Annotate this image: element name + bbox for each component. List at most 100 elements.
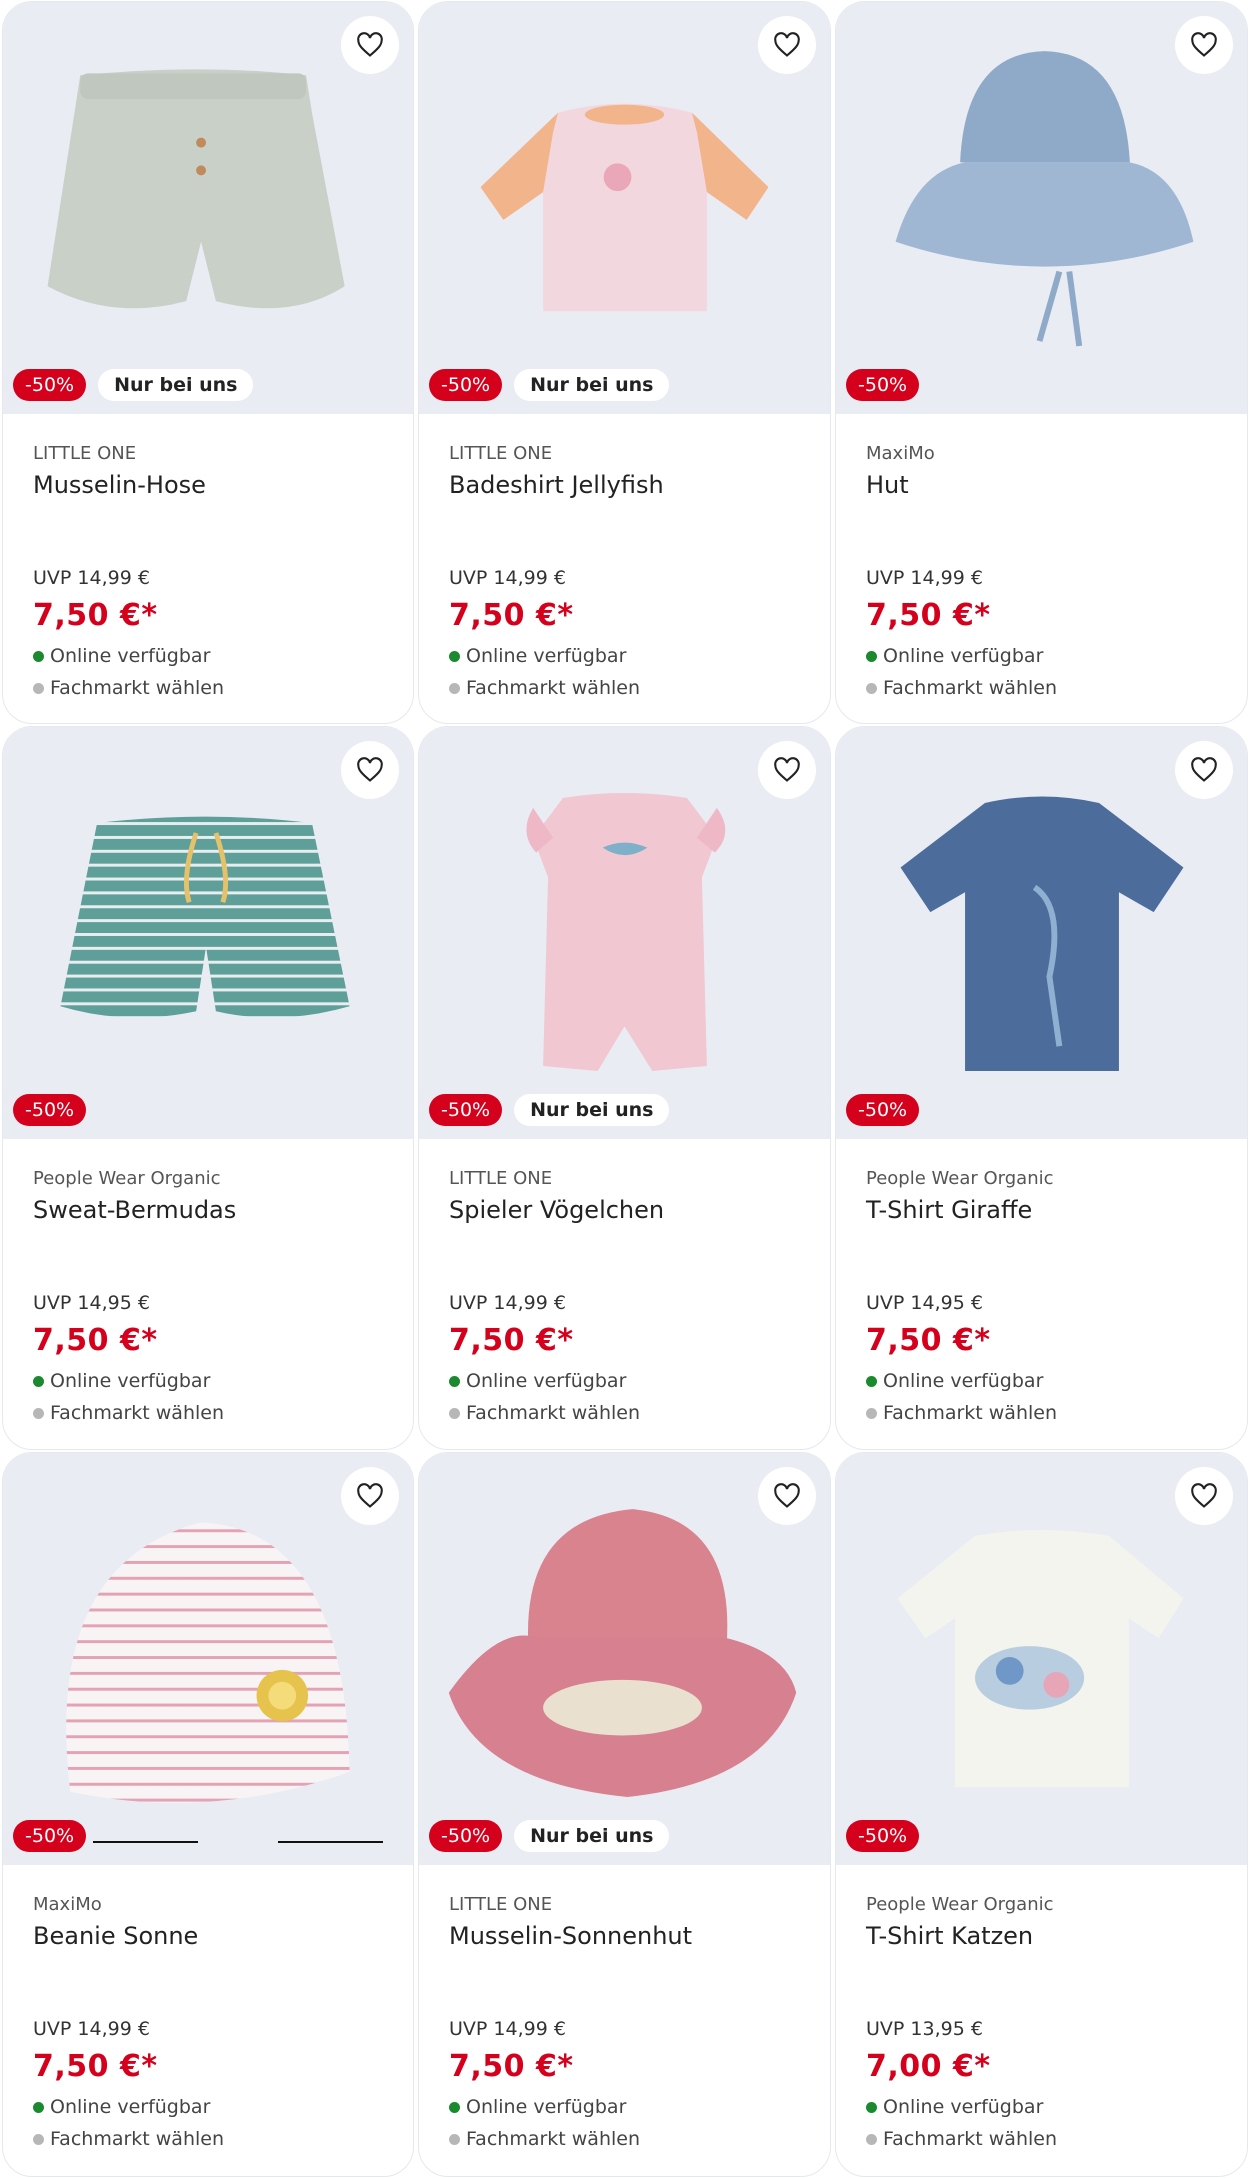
product-title[interactable]: Musselin-Hose [33, 471, 206, 499]
online-availability: Online verfügbar [866, 2096, 1043, 2118]
product-card[interactable]: -50% Nur bei uns LITTLE ONE Musselin-Son… [418, 1452, 831, 2177]
product-card[interactable]: -50% MaxiMo Hut UVP 14,99 € 7,50 €* Onli… [835, 1, 1248, 724]
available-dot-icon [33, 2101, 44, 2113]
heart-outline-icon [774, 32, 800, 57]
available-dot-icon [449, 2101, 460, 2113]
product-card[interactable]: -50% MaxiMo Beanie Sonne UVP 14,99 € 7,5… [2, 1452, 414, 2177]
product-title[interactable]: Badeshirt Jellyfish [449, 471, 664, 499]
product-price: 7,00 €* [866, 2049, 991, 2084]
wishlist-button[interactable] [1175, 741, 1233, 799]
store-dot-icon [33, 2133, 44, 2145]
product-uvp: UVP 14,99 € [449, 2018, 566, 2040]
online-availability: Online verfügbar [866, 1370, 1043, 1392]
choose-store-link[interactable]: Fachmarkt wählen [449, 2128, 640, 2150]
exclusive-badge: Nur bei uns [98, 369, 254, 401]
wishlist-button[interactable] [341, 1467, 399, 1525]
exclusive-badge: Nur bei uns [514, 1820, 670, 1852]
product-title[interactable]: T-Shirt Giraffe [866, 1196, 1032, 1224]
product-uvp: UVP 14,99 € [449, 1292, 566, 1314]
discount-badge: -50% [846, 369, 920, 401]
choose-store-link[interactable]: Fachmarkt wählen [866, 1402, 1057, 1424]
store-dot-icon [33, 1407, 44, 1419]
discount-badge: -50% [846, 1094, 920, 1126]
product-brand: LITTLE ONE [449, 1894, 553, 1915]
wishlist-button[interactable] [758, 16, 816, 74]
product-card[interactable]: -50% People Wear Organic T-Shirt Giraffe… [835, 726, 1248, 1450]
available-dot-icon [449, 1375, 460, 1387]
discount-badge: -50% [429, 369, 503, 401]
wishlist-button[interactable] [1175, 1467, 1233, 1525]
product-brand: LITTLE ONE [449, 1168, 553, 1189]
discount-badge: -50% [429, 1820, 503, 1852]
wishlist-button[interactable] [1175, 16, 1233, 74]
available-dot-icon [866, 2101, 877, 2113]
available-dot-icon [866, 650, 877, 662]
product-uvp: UVP 14,99 € [866, 567, 983, 589]
online-availability: Online verfügbar [866, 645, 1043, 667]
product-price: 7,50 €* [449, 1323, 574, 1358]
product-title[interactable]: Spieler Vögelchen [449, 1196, 664, 1224]
product-price: 7,50 €* [33, 1323, 158, 1358]
heart-outline-icon [357, 1483, 383, 1508]
wishlist-button[interactable] [341, 741, 399, 799]
product-card[interactable]: -50% Nur bei uns LITTLE ONE Badeshirt Je… [418, 1, 831, 724]
product-title[interactable]: Musselin-Sonnenhut [449, 1922, 692, 1950]
discount-badge: -50% [429, 1094, 503, 1126]
product-card[interactable]: -50% Nur bei uns LITTLE ONE Spieler Vöge… [418, 726, 831, 1450]
choose-store-link[interactable]: Fachmarkt wählen [449, 677, 640, 699]
product-grid: -50% Nur bei uns LITTLE ONE Musselin-Hos… [0, 0, 1250, 2178]
choose-store-link[interactable]: Fachmarkt wählen [33, 2128, 224, 2150]
store-dot-icon [449, 682, 460, 694]
product-price: 7,50 €* [449, 598, 574, 633]
product-price: 7,50 €* [866, 598, 991, 633]
choose-store-link[interactable]: Fachmarkt wählen [866, 677, 1057, 699]
available-dot-icon [33, 650, 44, 662]
available-dot-icon [866, 1375, 877, 1387]
product-title[interactable]: T-Shirt Katzen [866, 1922, 1033, 1950]
product-card[interactable]: -50% People Wear Organic Sweat-Bermudas … [2, 726, 414, 1450]
wishlist-button[interactable] [758, 1467, 816, 1525]
available-dot-icon [449, 650, 460, 662]
heart-outline-icon [1191, 1483, 1217, 1508]
product-brand: LITTLE ONE [449, 443, 553, 464]
wishlist-button[interactable] [341, 16, 399, 74]
online-availability: Online verfügbar [449, 1370, 626, 1392]
store-dot-icon [866, 2133, 877, 2145]
discount-badge: -50% [13, 1820, 87, 1852]
discount-badge: -50% [846, 1820, 920, 1852]
product-uvp: UVP 14,99 € [449, 567, 566, 589]
discount-badge: -50% [13, 1094, 87, 1126]
product-title[interactable]: Sweat-Bermudas [33, 1196, 236, 1224]
product-price: 7,50 €* [866, 1323, 991, 1358]
product-brand: MaxiMo [33, 1894, 102, 1915]
product-title[interactable]: Beanie Sonne [33, 1922, 198, 1950]
store-dot-icon [449, 2133, 460, 2145]
product-title[interactable]: Hut [866, 471, 909, 499]
product-uvp: UVP 14,95 € [33, 1292, 150, 1314]
choose-store-link[interactable]: Fachmarkt wählen [33, 1402, 224, 1424]
product-price: 7,50 €* [33, 598, 158, 633]
product-brand: People Wear Organic [866, 1894, 1054, 1915]
available-dot-icon [33, 1375, 44, 1387]
heart-outline-icon [357, 32, 383, 57]
store-dot-icon [866, 1407, 877, 1419]
choose-store-link[interactable]: Fachmarkt wählen [33, 677, 224, 699]
product-card[interactable]: -50% People Wear Organic T-Shirt Katzen … [835, 1452, 1248, 2177]
store-dot-icon [866, 682, 877, 694]
product-brand: MaxiMo [866, 443, 935, 464]
store-dot-icon [33, 682, 44, 694]
product-card[interactable]: -50% Nur bei uns LITTLE ONE Musselin-Hos… [2, 1, 414, 724]
wishlist-button[interactable] [758, 741, 816, 799]
heart-outline-icon [1191, 32, 1217, 57]
product-uvp: UVP 14,99 € [33, 2018, 150, 2040]
discount-badge: -50% [13, 369, 87, 401]
choose-store-link[interactable]: Fachmarkt wählen [866, 2128, 1057, 2150]
choose-store-link[interactable]: Fachmarkt wählen [449, 1402, 640, 1424]
exclusive-badge: Nur bei uns [514, 369, 670, 401]
product-brand: People Wear Organic [33, 1168, 221, 1189]
product-price: 7,50 €* [449, 2049, 574, 2084]
exclusive-badge: Nur bei uns [514, 1094, 670, 1126]
product-price: 7,50 €* [33, 2049, 158, 2084]
online-availability: Online verfügbar [33, 645, 210, 667]
product-uvp: UVP 14,99 € [33, 567, 150, 589]
